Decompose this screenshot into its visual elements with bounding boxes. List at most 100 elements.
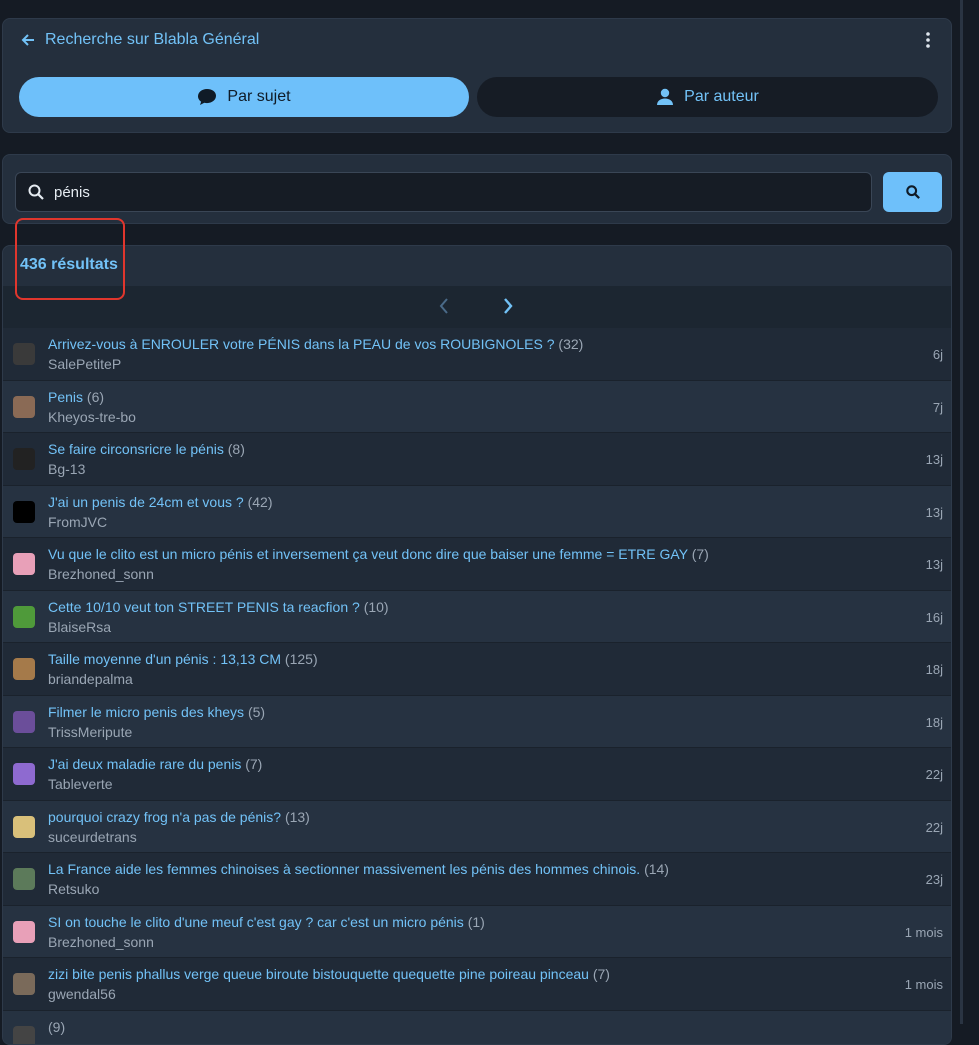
topic-title-link[interactable]: pourquoi crazy frog n'a pas de pénis? (1…	[48, 809, 310, 825]
avatar	[13, 816, 35, 838]
avatar	[13, 973, 35, 995]
scrollbar-track	[960, 0, 963, 1024]
topic-title-link[interactable]: Taille moyenne d'un pénis : 13,13 CM (12…	[48, 651, 318, 667]
tab-by-author[interactable]: Par auteur	[477, 77, 938, 117]
topic-author[interactable]: Brezhoned_sonn	[48, 566, 154, 582]
topic-title-text: Filmer le micro penis des kheys	[48, 704, 244, 720]
topic-author[interactable]: BlaiseRsa	[48, 619, 111, 635]
topic-row[interactable]: Se faire circonsricre le pénis (8)Bg-131…	[3, 433, 951, 486]
avatar	[13, 921, 35, 943]
topic-reply-count: (6)	[87, 389, 104, 405]
topic-title-text: J'ai deux maladie rare du penis	[48, 756, 241, 772]
topic-title-link[interactable]: zizi bite penis phallus verge queue biro…	[48, 966, 610, 982]
scrollbar[interactable]	[955, 0, 979, 1024]
topic-row[interactable]: J'ai un penis de 24cm et vous ? (42) From…	[3, 486, 951, 539]
topic-title-link[interactable]: Filmer le micro penis des kheys (5)	[48, 704, 265, 720]
page-title: Recherche sur Blabla Général	[45, 31, 259, 49]
search-input-wrapper[interactable]	[15, 172, 872, 212]
topic-author[interactable]: TrissMeripute	[48, 724, 132, 740]
topic-title-text: Vu que le clito est un micro pénis et in…	[48, 546, 688, 562]
topic-title-text: pourquoi crazy frog n'a pas de pénis?	[48, 809, 281, 825]
topic-author[interactable]: Retsuko	[48, 881, 99, 897]
topic-row[interactable]: J'ai deux maladie rare du penis (7) Table…	[3, 748, 951, 801]
topic-age: 18j	[926, 715, 943, 730]
more-options-icon[interactable]	[923, 31, 933, 49]
avatar	[13, 658, 35, 680]
topic-author[interactable]: Brezhoned_sonn	[48, 934, 154, 950]
topic-row[interactable]: SI on touche le clito d'une meuf c'est g…	[3, 906, 951, 959]
chat-bubble-icon	[197, 88, 217, 106]
chevron-left-icon[interactable]	[439, 297, 449, 315]
topic-author[interactable]: Bg-13	[48, 461, 85, 477]
topic-reply-count: (7)	[245, 756, 262, 772]
topic-row[interactable]: pourquoi crazy frog n'a pas de pénis? (1…	[3, 801, 951, 854]
topic-list: Arrivez-vous à ENROULER votre PÉNIS dans…	[3, 328, 951, 1045]
topic-title-text: Penis	[48, 389, 83, 405]
topic-row[interactable]: (9)	[3, 1011, 951, 1045]
search-header-card: Recherche sur Blabla Général Par sujet P…	[2, 18, 952, 133]
topic-author[interactable]: SalePetiteP	[48, 356, 121, 372]
topic-title-link[interactable]: J'ai un penis de 24cm et vous ? (42)	[48, 494, 272, 510]
topic-author[interactable]: Tableverte	[48, 776, 113, 792]
search-icon	[906, 185, 920, 199]
topic-reply-count: (7)	[692, 546, 709, 562]
topic-age: 22j	[926, 820, 943, 835]
topic-title-link[interactable]: (9)	[48, 1019, 65, 1035]
topic-title-text: La France aide les femmes chinoises à se…	[48, 861, 640, 877]
topic-row[interactable]: zizi bite penis phallus verge queue biro…	[3, 958, 951, 1011]
topic-author[interactable]: briandepalma	[48, 671, 133, 687]
topic-age: 7j	[933, 400, 943, 415]
topic-row[interactable]: La France aide les femmes chinoises à se…	[3, 853, 951, 906]
topic-age: 23j	[926, 872, 943, 887]
topic-author[interactable]: FromJVC	[48, 514, 107, 530]
highlight-annotation	[15, 218, 125, 300]
search-icon	[28, 184, 44, 200]
topic-row[interactable]: Arrivez-vous à ENROULER votre PÉNIS dans…	[3, 328, 951, 381]
topic-title-text: SI on touche le clito d'une meuf c'est g…	[48, 914, 464, 930]
topic-reply-count: (8)	[228, 441, 245, 457]
topic-row[interactable]: Filmer le micro penis des kheys (5) Triss…	[3, 696, 951, 749]
chevron-right-icon[interactable]	[503, 297, 513, 315]
results-card: 436 résultats Arrivez-vous à ENROULER vo…	[2, 245, 952, 1045]
avatar	[13, 1026, 35, 1045]
topic-title-link[interactable]: Arrivez-vous à ENROULER votre PÉNIS dans…	[48, 336, 583, 352]
tab-by-subject-label: Par sujet	[227, 88, 290, 106]
topic-reply-count: (9)	[48, 1019, 65, 1035]
back-arrow-icon[interactable]	[21, 33, 35, 47]
avatar	[13, 396, 35, 418]
tab-by-author-label: Par auteur	[684, 88, 759, 106]
topic-title-link[interactable]: J'ai deux maladie rare du penis (7)	[48, 756, 262, 772]
pagination	[3, 286, 951, 328]
topic-author[interactable]: suceurdetrans	[48, 829, 137, 845]
person-icon	[656, 88, 674, 106]
avatar	[13, 448, 35, 470]
topic-age: 6j	[933, 347, 943, 362]
topic-title-link[interactable]: La France aide les femmes chinoises à se…	[48, 861, 669, 877]
topic-reply-count: (1)	[468, 914, 485, 930]
topic-title-text: Se faire circonsricre le pénis	[48, 441, 224, 457]
topic-title-link[interactable]: Penis (6)	[48, 389, 104, 405]
topic-author[interactable]: gwendal56	[48, 986, 116, 1002]
topic-title-link[interactable]: Cette 10/10 veut ton STREET PENIS ta rea…	[48, 599, 389, 615]
topic-reply-count: (13)	[285, 809, 310, 825]
topic-author[interactable]: Kheyos-tre-bo	[48, 409, 136, 425]
topic-row[interactable]: Penis (6) Kheyos-tre-bo 7j	[3, 381, 951, 434]
search-card	[2, 154, 952, 224]
topic-title-link[interactable]: Vu que le clito est un micro pénis et in…	[48, 546, 709, 562]
topic-title-text: Cette 10/10 veut ton STREET PENIS ta rea…	[48, 599, 360, 615]
topic-row[interactable]: Vu que le clito est un micro pénis et in…	[3, 538, 951, 591]
back-row[interactable]: Recherche sur Blabla Général	[21, 31, 259, 49]
topic-title-text: Arrivez-vous à ENROULER votre PÉNIS dans…	[48, 336, 555, 352]
topic-age: 13j	[926, 557, 943, 572]
avatar	[13, 763, 35, 785]
topic-title-link[interactable]: SI on touche le clito d'une meuf c'est g…	[48, 914, 485, 930]
topic-row[interactable]: Taille moyenne d'un pénis : 13,13 CM (12…	[3, 643, 951, 696]
search-button[interactable]	[883, 172, 942, 212]
topic-age: 13j	[926, 505, 943, 520]
topic-age: 16j	[926, 610, 943, 625]
search-input[interactable]	[52, 183, 836, 202]
tab-by-subject[interactable]: Par sujet	[19, 77, 469, 117]
topic-title-link[interactable]: Se faire circonsricre le pénis (8)	[48, 441, 245, 457]
topic-row[interactable]: Cette 10/10 veut ton STREET PENIS ta rea…	[3, 591, 951, 644]
topic-reply-count: (32)	[558, 336, 583, 352]
